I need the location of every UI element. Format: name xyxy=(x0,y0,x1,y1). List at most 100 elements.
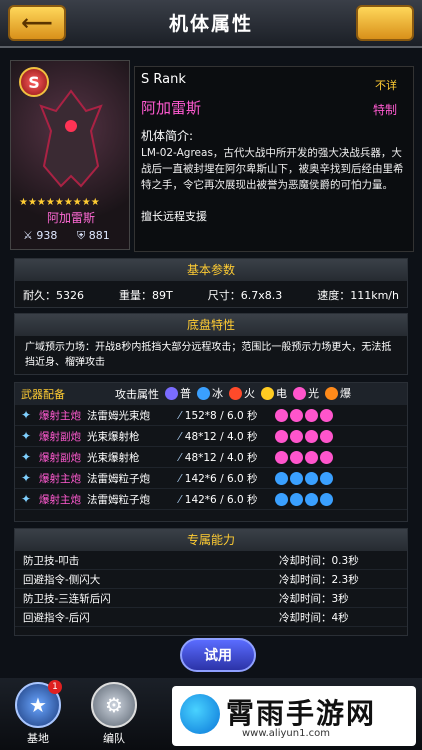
mech-portrait: S ★★★★★★★★★ 阿加雷斯 ⚔ 938 ⛨ 881 xyxy=(10,60,130,250)
element-icon xyxy=(320,471,333,485)
sword-icon: ⁄ xyxy=(179,409,181,422)
origin-text: 不详 xyxy=(375,79,397,92)
ability-name: 回避指令-后闪 xyxy=(23,611,90,624)
ability-cooldown: 冷却时间：4秒 xyxy=(279,611,349,624)
exclusive-list: 防卫技-叩击 冷却时间：0.3秒回避指令-侧闪大 冷却时间：2.3秒防卫技-三连斩后… xyxy=(15,551,407,627)
portrait-name: 阿加雷斯 xyxy=(46,211,95,225)
weapon-damage: ⁄ 142*6 / 6.0 秒 xyxy=(179,472,258,485)
back-arrow-icon: ⟵ xyxy=(21,10,53,36)
weapons-heading: 武器配备 xyxy=(21,388,65,401)
speed: 速度：111km/h xyxy=(317,289,399,302)
ability-row: 防卫技-叩击 冷却时间：0.3秒 xyxy=(15,551,407,570)
element-icon xyxy=(305,450,318,464)
back-button[interactable]: ⟵ xyxy=(8,5,66,41)
sword-icon: ⁄ xyxy=(179,493,181,506)
ability-name: 回避指令-侧闪大 xyxy=(23,573,101,586)
element-legend-item: 电 xyxy=(261,385,287,401)
nav-base[interactable]: ★ 基地 1 xyxy=(8,678,68,750)
element-label: 爆 xyxy=(340,387,351,401)
nav-team-label: 编队 xyxy=(103,732,125,745)
weapons-header: 武器配备 攻击属性 普 冰 火 电 光 爆 xyxy=(15,383,407,405)
basic-params-heading: 基本参数 xyxy=(15,259,407,281)
weapon-type: 爆射副炮 xyxy=(39,451,81,464)
exclusive-heading: 专属能力 xyxy=(15,529,407,551)
weapon-row: ✦ 爆射副炮 光束爆射枪 ⁄ 48*12 / 4.0 秒 xyxy=(15,447,407,468)
element-label: 光 xyxy=(308,387,319,401)
intro-text: LM-02-Agreas，古代大战中所开发的强大决战兵器，大战后一直被封埋在阿尔… xyxy=(141,147,404,191)
sword-icon: ⁄ xyxy=(179,451,181,464)
watermark-logo-icon xyxy=(180,694,220,734)
element-icon xyxy=(320,429,333,443)
weapon-elements xyxy=(275,429,333,443)
weapon-name: 法雷姆光束炮 xyxy=(87,409,150,422)
weapon-list: ✦ 爆射主炮 法雷姆光束炮 ⁄ 152*8 / 6.0 秒 ✦ 爆射副炮 光束爆射枪 ⁄ 48*1… xyxy=(15,405,407,510)
title-bar: ⟵ 机体属性 xyxy=(0,0,422,48)
attack-attr-label: 攻击属性 xyxy=(115,388,159,401)
element-icon xyxy=(275,429,288,443)
robot-icon: ⚙ xyxy=(91,682,137,728)
try-button[interactable]: 试用 xyxy=(180,638,256,672)
exclusive-panel: 专属能力 防卫技-叩击 冷却时间：0.3秒 回避指令-侧闪大 冷却时间：2.3秒 防卫技… xyxy=(14,528,408,636)
element-icon xyxy=(320,408,333,422)
weapon-row: ✦ 爆射主炮 法雷姆光束炮 ⁄ 152*8 / 6.0 秒 xyxy=(15,405,407,426)
intro-heading: 机体简介: xyxy=(141,129,194,143)
weapon-damage: ⁄ 152*8 / 6.0 秒 xyxy=(179,409,258,422)
watermark-url: www.aliyun1.com xyxy=(242,728,330,739)
element-icon xyxy=(290,471,303,485)
weapons-panel: 武器配备 攻击属性 普冰火电光爆 ✦ 爆射主炮 法雷姆光束炮 ⁄ 152*8 / 6.0… xyxy=(14,382,408,522)
top-right-button[interactable] xyxy=(356,5,414,41)
element-icon xyxy=(305,471,318,485)
weapon-type-icon: ✦ xyxy=(21,471,32,485)
sword-icon: ⁄ xyxy=(179,430,181,443)
element-icon xyxy=(305,408,318,422)
ability-name: 防卫技-叩击 xyxy=(23,554,80,567)
ability-row: 回避指令-侧闪大 冷却时间：2.3秒 xyxy=(15,570,407,589)
weapon-elements xyxy=(275,450,333,464)
nav-team[interactable]: ⚙ 编队 xyxy=(84,678,144,750)
mech-name: 阿加雷斯 xyxy=(141,99,202,117)
weapon-elements xyxy=(275,471,333,485)
weapon-damage: ⁄ 48*12 / 4.0 秒 xyxy=(179,451,258,464)
element-label: 电 xyxy=(276,387,287,401)
rank-text: S Rank xyxy=(141,72,186,87)
ability-cooldown: 冷却时间：0.3秒 xyxy=(279,554,359,567)
element-icon xyxy=(290,492,303,506)
special-tag: 特制 xyxy=(372,103,397,117)
element-icon xyxy=(305,429,318,443)
weapon-row: ✦ 爆射主炮 法雷姆粒子炮 ⁄ 142*6 / 6.0 秒 xyxy=(15,489,407,510)
chassis-heading: 底盘特性 xyxy=(15,314,407,336)
element-icon xyxy=(305,492,318,506)
element-icon xyxy=(325,386,338,400)
element-icon xyxy=(275,408,288,422)
element-icon xyxy=(229,386,242,400)
weapon-name: 法雷姆粒子炮 xyxy=(87,472,150,485)
weapon-type-icon: ✦ xyxy=(21,492,32,506)
weapon-type: 爆射主炮 xyxy=(39,493,81,506)
ability-name: 防卫技-三连斩后闪 xyxy=(23,592,111,605)
ability-cooldown: 冷却时间：3秒 xyxy=(279,592,349,605)
weapon-type: 爆射副炮 xyxy=(39,430,81,443)
sword-icon: ⁄ xyxy=(179,472,181,485)
ability-row: 防卫技-三连斩后闪 冷却时间：3秒 xyxy=(15,589,407,608)
defense-stat: ⛨ 881 xyxy=(77,229,110,242)
element-icon xyxy=(320,450,333,464)
chassis-text: 广域预示力场：开战8秒内抵挡大部分远程攻击；范围比一般预示力场更大，无法抵挡近身… xyxy=(25,342,392,368)
weapon-type-icon: ✦ xyxy=(21,408,32,422)
ability-cooldown: 冷却时间：2.3秒 xyxy=(279,573,359,586)
mech-image xyxy=(39,89,103,188)
basic-params-panel: 基本参数 耐久：5326 重量：89T 尺寸：6.7x8.3 速度：111km/… xyxy=(14,258,408,308)
element-legend-item: 爆 xyxy=(325,385,351,401)
page-title: 机体属性 xyxy=(168,13,253,35)
weapon-damage: ⁄ 142*6 / 6.0 秒 xyxy=(179,493,258,506)
skill-text: 擅长远程支援 xyxy=(141,210,207,223)
element-label: 普 xyxy=(180,387,191,401)
element-icon xyxy=(320,492,333,506)
element-icon xyxy=(290,408,303,422)
element-legend-item: 光 xyxy=(293,385,319,401)
watermark-text: 霄雨手游网 xyxy=(226,697,377,730)
weapon-damage: ⁄ 48*12 / 4.0 秒 xyxy=(179,430,258,443)
weapon-name: 光束爆射枪 xyxy=(87,430,140,443)
star-rating: ★★★★★★★★★ xyxy=(19,197,100,208)
sword-icon: ⚔ xyxy=(23,229,33,242)
element-legend: 普冰火电光爆 xyxy=(159,385,351,403)
